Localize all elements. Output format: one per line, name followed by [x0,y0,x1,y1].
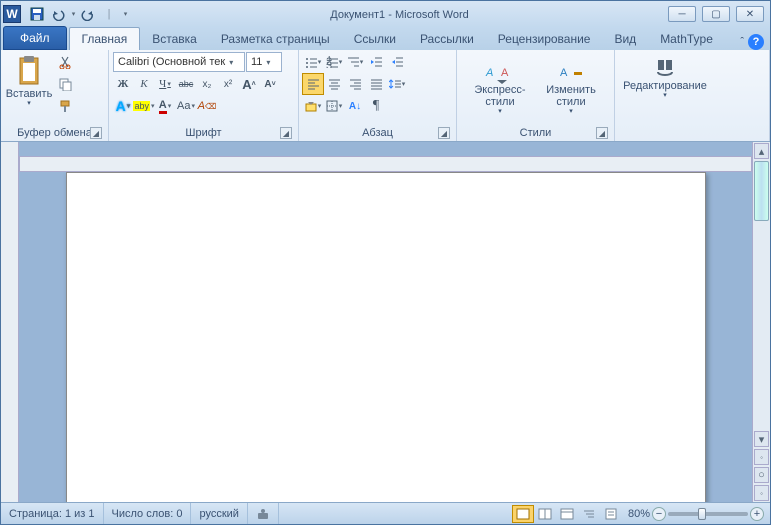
undo-button[interactable] [48,4,68,24]
change-styles-button[interactable]: A Изменить стили▾ [539,52,603,118]
subscript-button[interactable]: x₂ [197,74,217,94]
tab-home[interactable]: Главная [69,27,141,50]
document-page[interactable] [66,172,706,502]
align-right-button[interactable] [345,74,365,94]
status-language[interactable]: русский [191,503,247,524]
prev-page-icon[interactable]: ◦ [754,449,769,465]
view-full-screen-button[interactable] [534,505,556,523]
qat-customize-dropdown[interactable] [120,4,130,24]
undo-dropdown[interactable] [69,4,77,24]
vertical-ruler[interactable] [1,142,19,502]
next-page-icon[interactable]: ◦ [754,485,769,501]
styles-dialog-launcher[interactable]: ◢ [596,127,608,139]
ribbon-tabs: Файл Главная Вставка Разметка страницы С… [1,27,770,50]
paste-button[interactable]: Вставить ▾ [5,52,53,110]
zoom-out-button[interactable]: − [652,507,666,521]
underline-button[interactable]: Ч [155,74,175,94]
view-print-layout-button[interactable] [512,505,534,523]
font-color-button[interactable]: A [155,96,175,116]
group-editing: Редактирование▾ [615,50,770,141]
font-dialog-launcher[interactable]: ◢ [280,127,292,139]
svg-text:A: A [485,67,493,79]
zoom-level[interactable]: 80% [628,508,650,520]
help-icon[interactable]: ? [748,34,764,50]
minimize-button[interactable]: ─ [668,6,696,22]
qat-divider: | [99,4,119,24]
show-marks-button[interactable]: ¶ [366,96,386,116]
borders-button[interactable] [324,96,344,116]
clear-formatting-button[interactable]: A⌫ [197,96,217,116]
tab-page-layout[interactable]: Разметка страницы [209,28,342,50]
window-title: Документ1 - Microsoft Word [131,7,668,21]
zoom-in-button[interactable]: + [750,507,764,521]
minimize-ribbon-icon[interactable]: ˆ [740,36,744,48]
shrink-font-button[interactable]: A˅ [260,74,280,94]
zoom-slider[interactable] [668,512,748,516]
scroll-down-icon[interactable]: ▾ [754,431,769,447]
save-button[interactable] [27,4,47,24]
align-center-button[interactable] [324,74,344,94]
status-rec-icon[interactable] [248,503,279,524]
multilevel-list-button[interactable] [345,52,365,72]
bullets-button[interactable] [303,52,323,72]
sort-button[interactable]: A↓ [345,96,365,116]
tab-file[interactable]: Файл [3,26,67,50]
font-name-combo[interactable]: Calibri (Основной тек▾ [113,52,245,72]
scroll-thumb[interactable] [754,161,769,221]
tab-references[interactable]: Ссылки [342,28,408,50]
tab-insert[interactable]: Вставка [140,28,209,50]
paragraph-dialog-launcher[interactable]: ◢ [438,127,450,139]
view-web-layout-button[interactable] [556,505,578,523]
superscript-button[interactable]: x² [218,74,238,94]
shading-button[interactable] [303,96,323,116]
horizontal-ruler[interactable] [19,156,752,172]
line-spacing-button[interactable] [387,74,407,94]
titlebar: W | Документ1 - Microsoft Word ─ ▢ ✕ [1,1,770,27]
vertical-scrollbar[interactable]: ▴ ▾ ◦ ○ ◦ [752,142,770,502]
decrease-indent-button[interactable] [366,52,386,72]
tab-mathtype[interactable]: MathType [648,28,725,50]
redo-button[interactable] [78,4,98,24]
zoom-slider-thumb[interactable] [698,508,706,520]
group-styles: AA Экспресс-стили▾ A Изменить стили▾ Сти… [457,50,615,141]
grow-font-button[interactable]: A˄ [239,74,259,94]
increase-indent-button[interactable] [387,52,407,72]
view-draft-button[interactable] [600,505,622,523]
align-left-button[interactable] [303,74,323,94]
format-painter-button[interactable] [55,96,75,116]
svg-text:A: A [560,67,568,79]
numbering-button[interactable]: 123 [324,52,344,72]
cut-button[interactable] [55,52,75,72]
strikethrough-button[interactable]: abc [176,74,196,94]
bold-button[interactable]: Ж [113,74,133,94]
browse-object-icon[interactable]: ○ [754,467,769,483]
statusbar: Страница: 1 из 1 Число слов: 0 русский 8… [1,502,770,524]
highlight-button[interactable]: aby [134,96,154,116]
tab-view[interactable]: Вид [602,28,648,50]
justify-button[interactable] [366,74,386,94]
tab-mailings[interactable]: Рассылки [408,28,486,50]
close-button[interactable]: ✕ [736,6,764,22]
maximize-button[interactable]: ▢ [702,6,730,22]
font-size-combo[interactable]: 11▾ [246,52,282,72]
svg-text:A: A [501,67,509,79]
quick-styles-button[interactable]: AA Экспресс-стили▾ [461,52,539,118]
tab-review[interactable]: Рецензирование [486,28,603,50]
group-font: Calibri (Основной тек▾ 11▾ Ж К Ч abc x₂ … [109,50,299,141]
app-icon[interactable]: W [3,5,21,23]
document-area: ▴ ▾ ◦ ○ ◦ [1,142,770,502]
change-case-button[interactable]: Aa [176,96,196,116]
view-outline-button[interactable] [578,505,600,523]
clipboard-dialog-launcher[interactable]: ◢ [90,127,102,139]
ribbon: Вставить ▾ Буфер обмена ◢ Calibri (Основ… [1,50,770,142]
status-word-count[interactable]: Число слов: 0 [104,503,192,524]
text-effects-button[interactable]: A [113,96,133,116]
scroll-up-icon[interactable]: ▴ [754,143,769,159]
italic-button[interactable]: К [134,74,154,94]
group-paragraph: 123 A↓ ¶ Абзац ◢ [299,50,457,141]
editing-button[interactable]: Редактирование▾ [619,52,711,102]
group-clipboard: Вставить ▾ Буфер обмена ◢ [1,50,109,141]
copy-button[interactable] [55,74,75,94]
status-page[interactable]: Страница: 1 из 1 [1,503,104,524]
